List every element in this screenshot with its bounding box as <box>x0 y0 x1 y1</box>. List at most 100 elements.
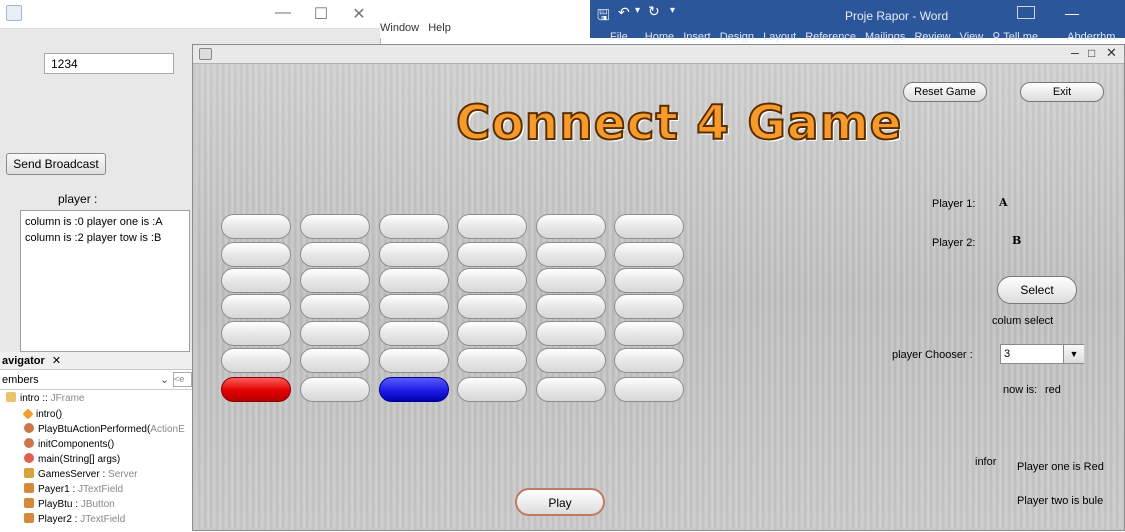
board-cell-empty[interactable] <box>300 268 370 293</box>
board-cell-empty[interactable] <box>300 242 370 267</box>
board-cell-empty[interactable] <box>221 294 291 319</box>
ribbon-display-icon[interactable] <box>1017 6 1035 19</box>
log-line: column is :2 player tow is :B <box>25 232 162 244</box>
tree-item-field[interactable]: PlayBtu : JButton <box>24 498 115 511</box>
word-tab[interactable]: Reference <box>805 31 856 43</box>
board-cell-empty[interactable] <box>457 377 527 402</box>
board-cell-empty[interactable] <box>457 294 527 319</box>
navigator-tab-label: avigator <box>2 355 45 367</box>
select-button[interactable]: Select <box>997 276 1077 304</box>
word-tab[interactable]: Home <box>645 31 674 43</box>
board-cell-empty[interactable] <box>614 321 684 346</box>
board-cell-empty[interactable] <box>221 214 291 239</box>
log-line: column is :0 player one is :A <box>25 216 163 228</box>
board-cell-empty[interactable] <box>300 348 370 373</box>
tree-item-method[interactable]: initComponents() <box>24 438 114 451</box>
word-tab[interactable]: Mailings <box>865 31 905 43</box>
word-tab[interactable]: Layout <box>763 31 796 43</box>
board-cell-empty[interactable] <box>221 242 291 267</box>
maximize-icon[interactable]: ☐ <box>306 4 336 24</box>
maximize-icon[interactable]: □ <box>1088 46 1095 60</box>
close-icon[interactable]: ✕ <box>52 355 61 367</box>
board-cell-empty[interactable] <box>536 348 606 373</box>
tree-item-method[interactable]: PlayBtuActionPerformed(ActionE <box>24 423 185 436</box>
board-cell-empty[interactable] <box>379 321 449 346</box>
close-icon[interactable]: ✕ <box>344 4 374 24</box>
board-cell-red[interactable] <box>221 377 291 402</box>
redo-icon[interactable]: ↻ <box>648 3 660 20</box>
tree-item-field[interactable]: Player2 : JTextField <box>24 513 125 526</box>
word-tab[interactable]: File <box>610 31 628 43</box>
word-tab[interactable]: View <box>960 31 984 43</box>
menu-help[interactable]: Help <box>428 22 451 34</box>
board-cell-empty[interactable] <box>536 242 606 267</box>
word-user[interactable]: Abderrhm <box>1067 31 1115 43</box>
board-cell-empty[interactable] <box>379 242 449 267</box>
tree-item-intro-class[interactable]: intro :: JFrame <box>6 392 84 405</box>
board-cell-empty[interactable] <box>614 377 684 402</box>
members-combo-label: embers <box>2 374 39 386</box>
board-cell-empty[interactable] <box>536 268 606 293</box>
save-icon[interactable]: 🖫 <box>597 5 610 30</box>
customize-icon[interactable]: ▾ <box>670 5 675 16</box>
chevron-down-icon[interactable]: ▼ <box>1063 345 1084 363</box>
minimize-icon[interactable]: – <box>1071 44 1079 60</box>
filter-field[interactable]: <e <box>173 372 192 387</box>
word-tab[interactable]: Design <box>720 31 754 43</box>
play-button[interactable]: Play <box>515 488 605 516</box>
board-cell-empty[interactable] <box>379 268 449 293</box>
board-cell-empty[interactable] <box>221 268 291 293</box>
board-cell-empty[interactable] <box>379 348 449 373</box>
class-icon <box>6 392 16 402</box>
word-tab[interactable]: Review <box>914 31 950 43</box>
undo-icon[interactable]: ↶ <box>618 4 630 21</box>
chevron-down-icon[interactable]: ▾ <box>635 5 640 16</box>
board-cell-empty[interactable] <box>536 321 606 346</box>
board-cell-empty[interactable] <box>221 348 291 373</box>
reset-game-button[interactable]: Reset Game <box>903 82 987 102</box>
board-cell-empty[interactable] <box>614 268 684 293</box>
board-cell-empty[interactable] <box>614 294 684 319</box>
word-tab[interactable]: Insert <box>683 31 711 43</box>
tree-item-field[interactable]: Payer1 : JTextField <box>24 483 123 496</box>
board-cell-empty[interactable] <box>300 321 370 346</box>
board-cell-empty[interactable] <box>457 242 527 267</box>
board-cell-empty[interactable] <box>221 321 291 346</box>
tell-me[interactable]: Tell me <box>1003 31 1038 43</box>
tree-item-method[interactable]: main(String[] args) <box>24 453 120 466</box>
board-cell-empty[interactable] <box>457 214 527 239</box>
close-icon[interactable]: ✕ <box>1106 45 1117 61</box>
board-cell-empty[interactable] <box>300 377 370 402</box>
board-cell-empty[interactable] <box>536 377 606 402</box>
board-cell-empty[interactable] <box>536 214 606 239</box>
board-cell-blue[interactable] <box>379 377 449 402</box>
tree-item-field[interactable]: GamesServer : Server <box>24 468 137 481</box>
minimize-icon[interactable]: — <box>1065 5 1079 21</box>
board-cell-empty[interactable] <box>300 294 370 319</box>
constructor-icon <box>22 408 34 420</box>
exit-button[interactable]: Exit <box>1020 82 1104 102</box>
board-cell-empty[interactable] <box>536 294 606 319</box>
field-icon <box>24 468 34 478</box>
player1-value: A <box>999 196 1008 209</box>
log-textarea[interactable]: column is :0 player one is :A column is … <box>20 210 190 352</box>
board-cell-empty[interactable] <box>614 214 684 239</box>
send-broadcast-button[interactable]: Send Broadcast <box>6 153 106 175</box>
info-line-2: Player two is bule <box>1017 495 1104 507</box>
members-combo[interactable]: embers ⌄ <e <box>0 370 192 390</box>
search-icon[interactable]: ⚲ <box>992 31 1000 43</box>
board-cell-empty[interactable] <box>457 321 527 346</box>
board-cell-empty[interactable] <box>614 242 684 267</box>
navigator-tab[interactable]: avigator ✕ <box>0 352 192 370</box>
menu-window[interactable]: Window <box>380 22 419 34</box>
port-field[interactable]: 1234 <box>44 53 174 74</box>
board-cell-empty[interactable] <box>379 214 449 239</box>
chevron-down-icon[interactable]: ⌄ <box>160 370 169 390</box>
tree-item-constructor[interactable]: intro() <box>22 408 62 421</box>
board-cell-empty[interactable] <box>300 214 370 239</box>
board-cell-empty[interactable] <box>457 348 527 373</box>
minimize-icon[interactable]: — <box>268 4 298 22</box>
board-cell-empty[interactable] <box>379 294 449 319</box>
board-cell-empty[interactable] <box>457 268 527 293</box>
board-cell-empty[interactable] <box>614 348 684 373</box>
